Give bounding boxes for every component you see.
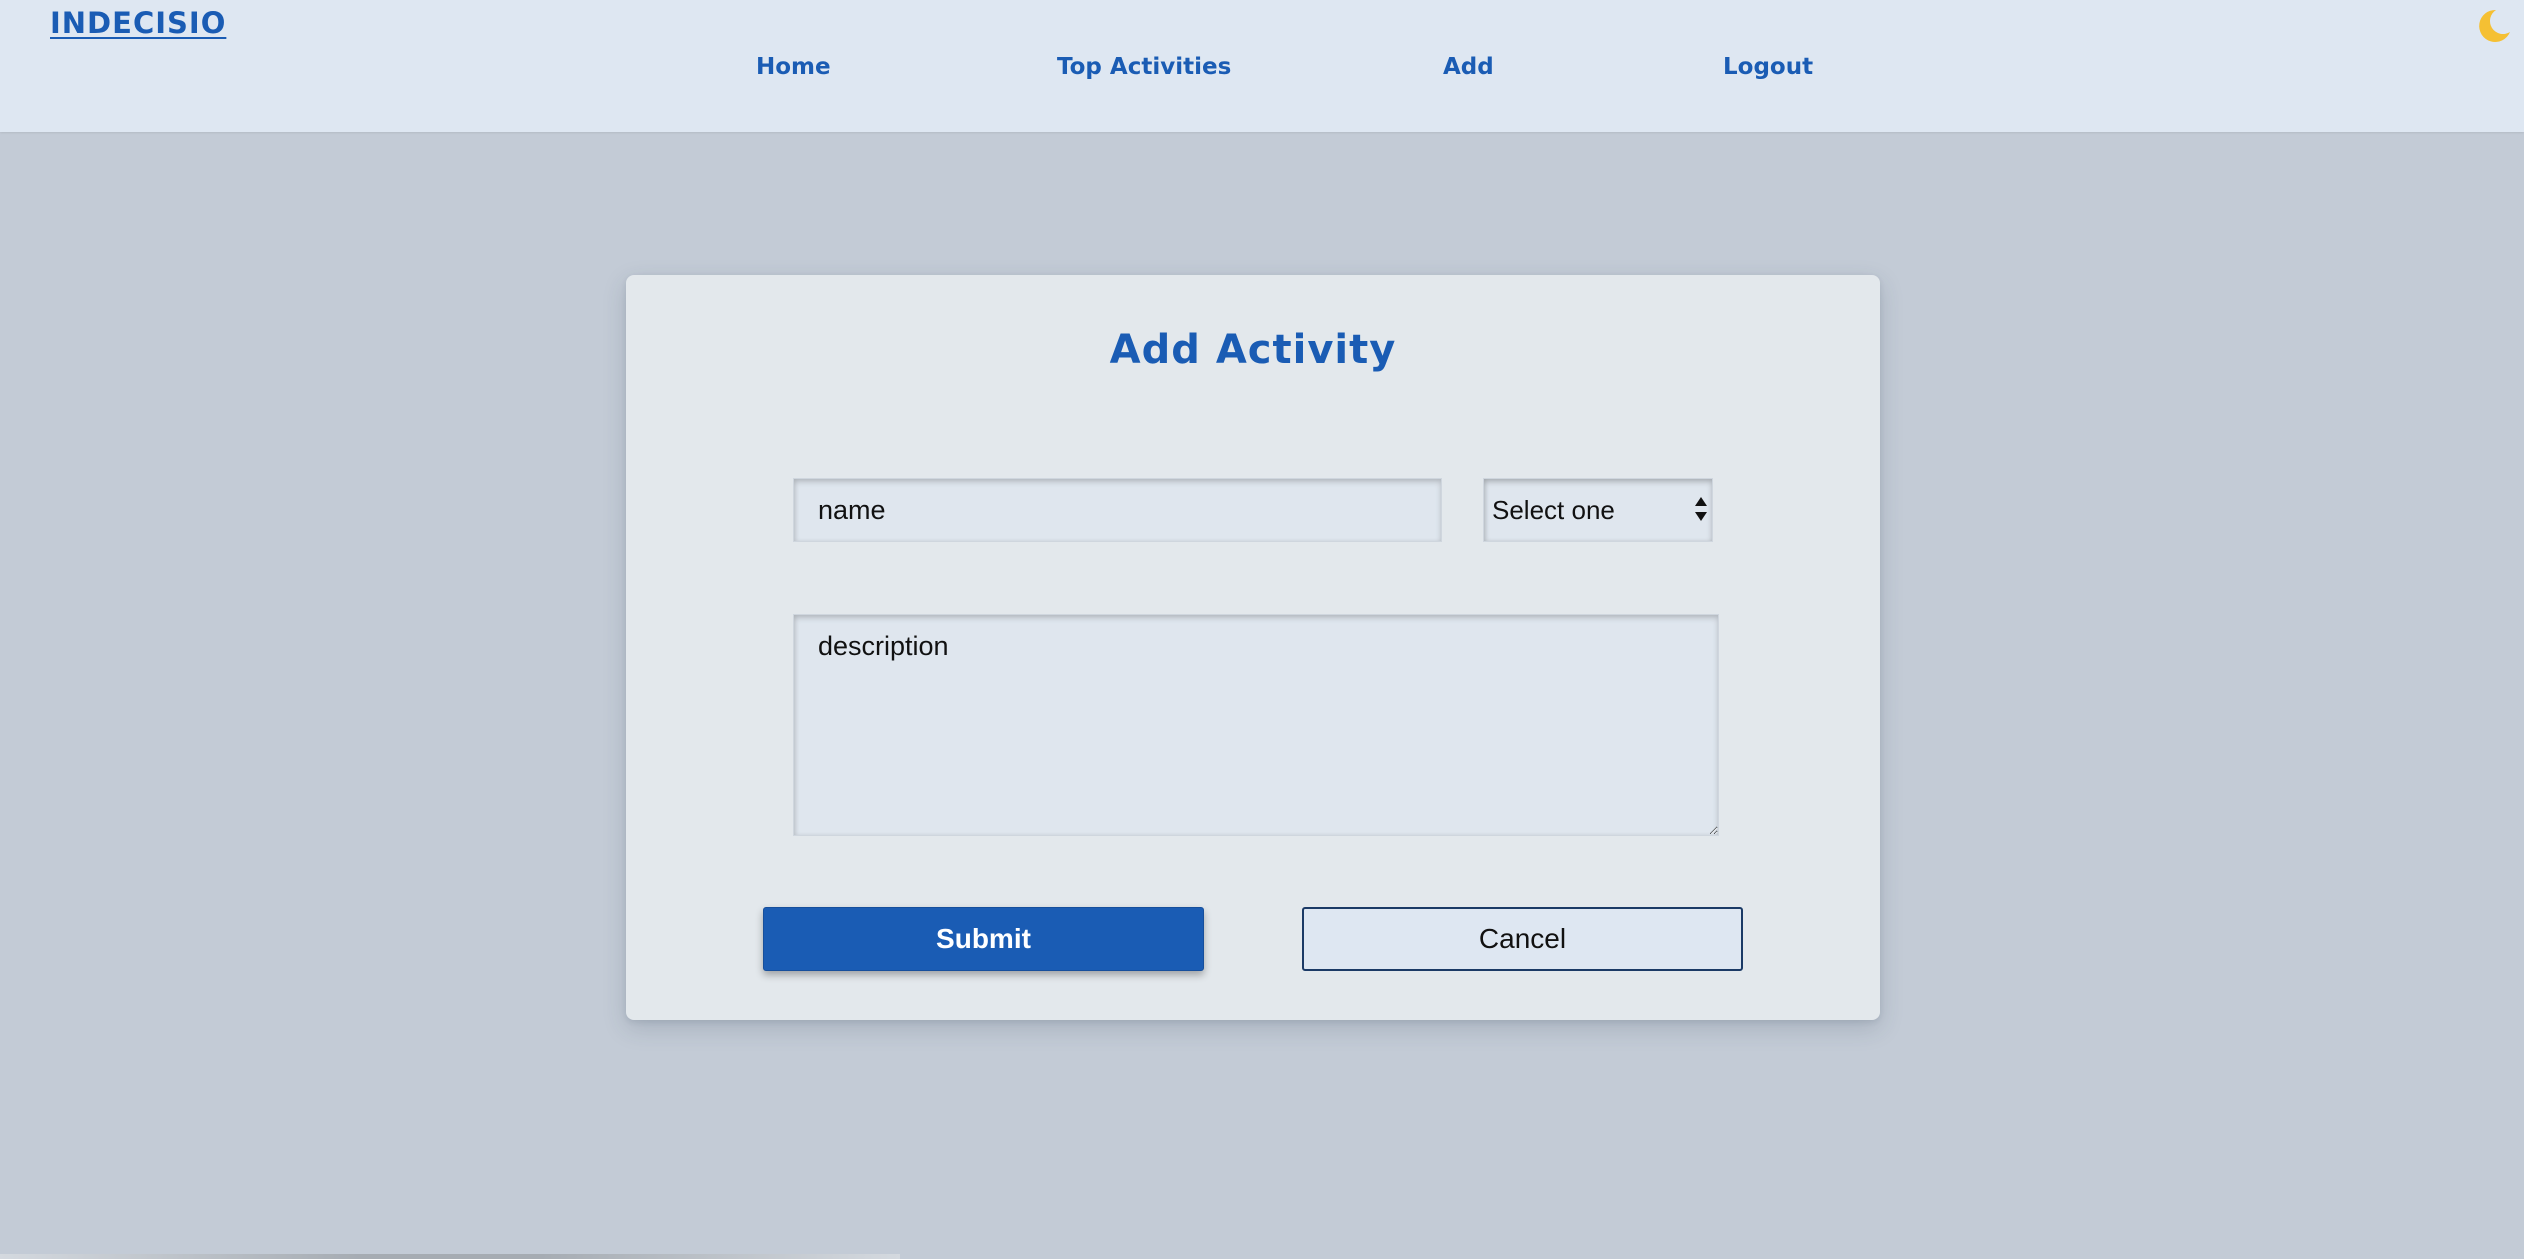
submit-button[interactable]: Submit: [763, 907, 1204, 971]
category-select[interactable]: Select one: [1483, 478, 1713, 542]
page-title: Add Activity: [1109, 327, 1397, 373]
nav-top-activities[interactable]: Top Activities: [1057, 54, 1231, 80]
moon-icon[interactable]: [2472, 6, 2512, 46]
add-activity-card: Add Activity Select one Submit Cancel: [626, 275, 1880, 1020]
select-arrows-icon: [1695, 497, 1707, 521]
description-textarea[interactable]: [793, 614, 1719, 836]
cancel-button[interactable]: Cancel: [1302, 907, 1743, 971]
nav-home[interactable]: Home: [756, 54, 831, 80]
select-value: Select one: [1492, 495, 1615, 525]
name-input[interactable]: [793, 478, 1442, 542]
nav-logout[interactable]: Logout: [1723, 54, 1813, 80]
nav-add[interactable]: Add: [1443, 54, 1494, 80]
top-header: INDECISIO Home Top Activities Add Logout: [0, 0, 2524, 132]
bottom-scroll-strip: [0, 1254, 900, 1259]
brand-logo-link[interactable]: INDECISIO: [50, 6, 226, 40]
